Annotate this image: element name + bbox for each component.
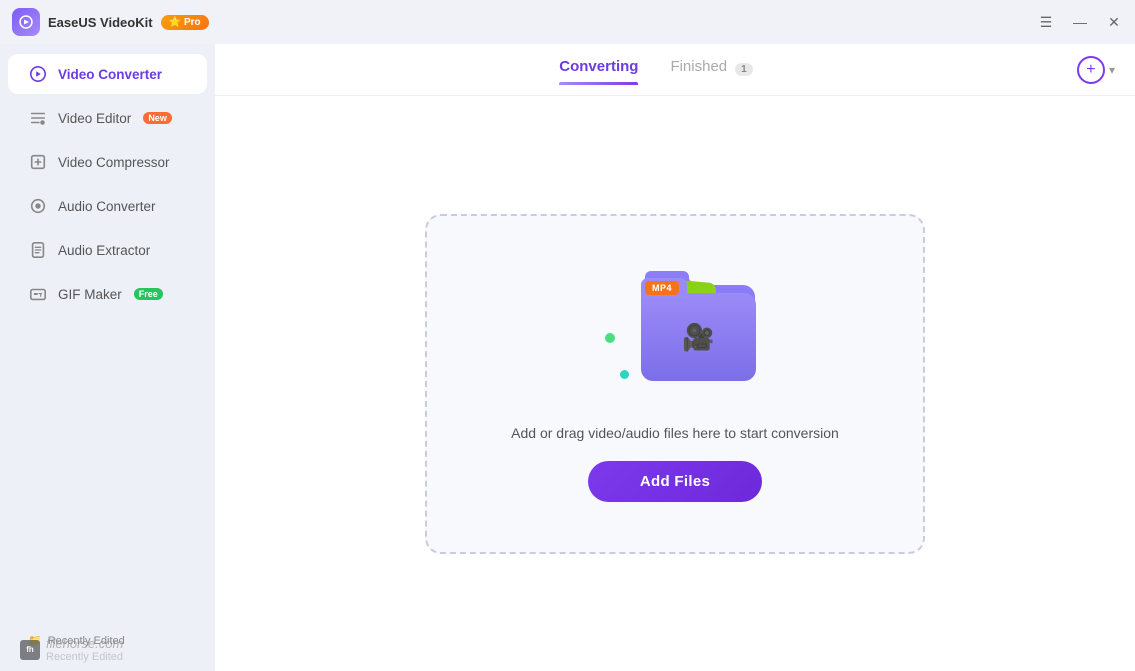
drop-instruction: Add or drag video/audio files here to st…	[511, 425, 839, 441]
video-compressor-icon	[28, 152, 48, 172]
pro-badge: ⭐ Pro	[161, 15, 209, 30]
sidebar-item-video-editor[interactable]: Video Editor New	[8, 98, 207, 138]
app-branding: EaseUS VideoKit ⭐ Pro	[12, 8, 209, 36]
window-controls: ☰ — ✕	[1037, 13, 1123, 31]
dropdown-chevron-icon[interactable]: ▾	[1109, 63, 1115, 77]
sidebar-item-video-converter[interactable]: Video Converter	[8, 54, 207, 94]
gif-maker-icon	[28, 284, 48, 304]
free-badge: Free	[134, 288, 163, 300]
drop-zone-illustration: MP4 🎥	[595, 265, 755, 405]
dot-green	[605, 333, 615, 343]
close-button[interactable]: ✕	[1105, 13, 1123, 31]
video-converter-icon	[28, 64, 48, 84]
new-badge: New	[143, 112, 172, 124]
folder-front: 🎥	[641, 293, 756, 381]
tab-bar-actions: + ▾	[1077, 56, 1115, 84]
sidebar-item-label: Video Editor	[58, 111, 131, 126]
tab-finished-label: Finished	[670, 58, 727, 81]
content-area: Converting Finished 1 + ▾	[215, 44, 1135, 671]
tab-underline	[559, 82, 638, 85]
sidebar-item-label: Video Compressor	[58, 155, 170, 170]
video-editor-icon	[28, 108, 48, 128]
mp4-badge: MP4	[645, 281, 679, 295]
tab-bar: Converting Finished 1 + ▾	[215, 44, 1135, 96]
tabs-container: Converting Finished 1	[235, 54, 1077, 85]
drop-zone[interactable]: MP4 🎥 Add or drag video/audio files here…	[425, 214, 925, 554]
audio-extractor-icon	[28, 240, 48, 260]
sidebar-item-label: Video Converter	[58, 67, 162, 82]
main-layout: Video Converter Video Editor New Video C…	[0, 44, 1135, 671]
sidebar-item-label: Audio Extractor	[58, 243, 150, 258]
add-files-button[interactable]: Add Files	[588, 461, 762, 502]
sidebar-item-gif-maker[interactable]: GIF Maker Free	[8, 274, 207, 314]
app-logo	[12, 8, 40, 36]
sidebar-item-label: GIF Maker	[58, 287, 122, 302]
tab-finished-content: Finished 1	[670, 58, 752, 81]
audio-converter-icon	[28, 196, 48, 216]
add-button[interactable]: +	[1077, 56, 1105, 84]
drop-zone-wrapper: MP4 🎥 Add or drag video/audio files here…	[215, 96, 1135, 671]
sidebar: Video Converter Video Editor New Video C…	[0, 44, 215, 671]
tab-finished-underline	[670, 82, 752, 85]
finished-count-badge: 1	[735, 63, 753, 76]
dot-teal	[620, 370, 629, 379]
sidebar-item-label: Audio Converter	[58, 199, 156, 214]
title-bar: EaseUS VideoKit ⭐ Pro ☰ — ✕	[0, 0, 1135, 44]
menu-button[interactable]: ☰	[1037, 13, 1055, 31]
sidebar-item-audio-extractor[interactable]: Audio Extractor	[8, 230, 207, 270]
tab-converting-label: Converting	[559, 58, 638, 81]
sidebar-item-video-compressor[interactable]: Video Compressor	[8, 142, 207, 182]
tab-finished[interactable]: Finished 1	[670, 54, 752, 85]
app-title: EaseUS VideoKit	[48, 15, 153, 30]
tab-converting[interactable]: Converting	[559, 54, 638, 85]
camera-icon: 🎥	[682, 322, 714, 353]
minimize-button[interactable]: —	[1071, 13, 1089, 31]
sidebar-item-audio-converter[interactable]: Audio Converter	[8, 186, 207, 226]
